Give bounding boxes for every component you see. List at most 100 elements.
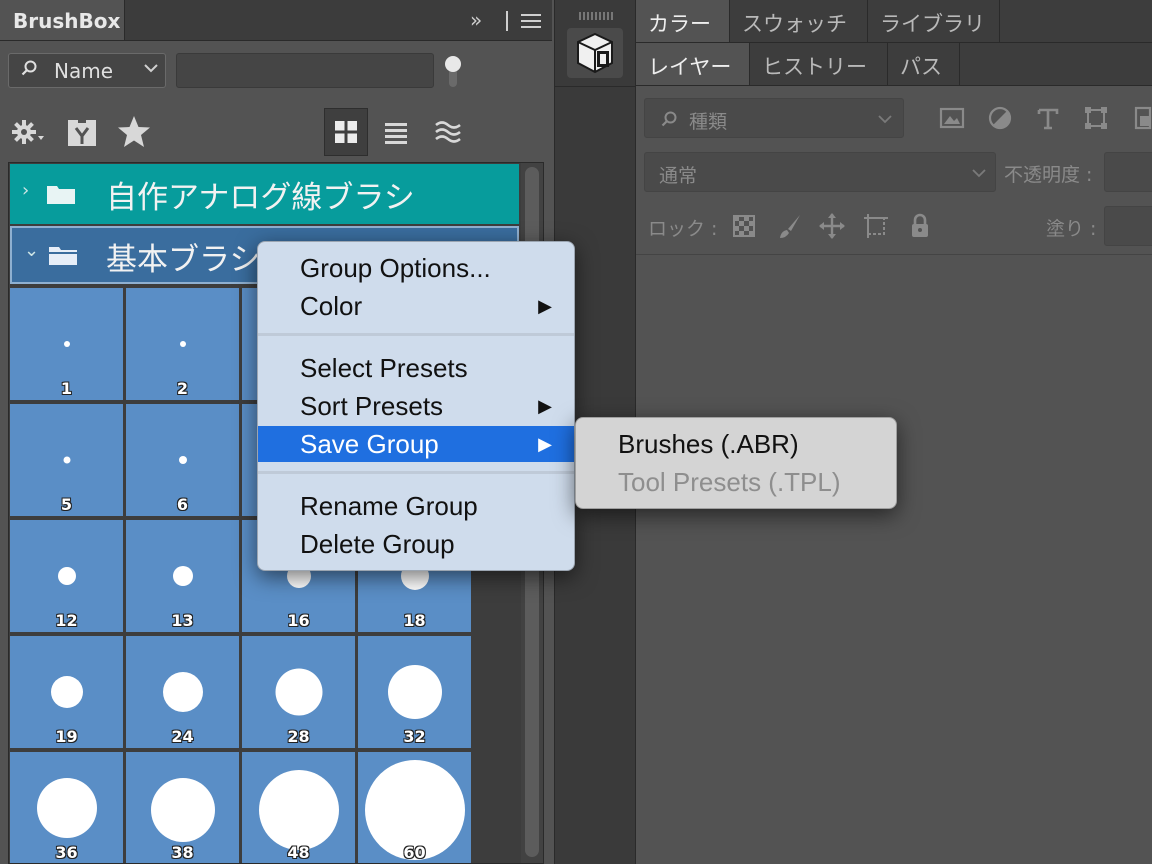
group-label: 自作アナログ線ブラシ xyxy=(106,180,415,216)
brush-size-label: 5 xyxy=(60,495,73,514)
brush-tip-preview xyxy=(172,566,193,586)
brush-tip-preview xyxy=(178,456,187,464)
lock-artboard-icon[interactable] xyxy=(862,212,890,240)
brush-preset-tile[interactable]: 36 xyxy=(10,752,123,863)
menu-item-label: Select Presets xyxy=(300,353,468,383)
menu-item-color[interactable]: Color ▶ xyxy=(258,288,574,324)
layer-kind-filter[interactable]: 種類 xyxy=(644,98,904,138)
fill-field[interactable] xyxy=(1104,206,1152,246)
gear-icon[interactable] xyxy=(10,114,46,150)
brushbox-dock-button[interactable] xyxy=(567,28,623,78)
list-view-icon[interactable] xyxy=(378,114,414,150)
type-filter-icon[interactable] xyxy=(1034,104,1062,132)
menu-item-sort-presets[interactable]: Sort Presets ▶ xyxy=(258,388,574,424)
brush-preset-tile[interactable]: 32 xyxy=(358,636,471,748)
import-brush-icon[interactable] xyxy=(64,114,100,150)
brush-tip-preview xyxy=(36,778,97,838)
brush-tip-preview xyxy=(63,341,70,347)
brush-tip-preview xyxy=(150,778,215,842)
panel-title: BrushBox xyxy=(13,9,121,33)
star-icon[interactable] xyxy=(116,114,152,150)
submenu-arrow-icon: ▶ xyxy=(538,396,552,416)
menu-item-save-group[interactable]: Save Group ▶ xyxy=(258,426,574,462)
menu-item-select-presets[interactable]: Select Presets xyxy=(258,350,574,386)
brush-preset-tile[interactable]: 28 xyxy=(242,636,355,748)
tab-paths[interactable]: パス xyxy=(888,43,960,85)
brush-preset-tile[interactable]: 5 xyxy=(10,404,123,516)
panel-menu-icon[interactable] xyxy=(521,14,541,28)
grid-view-icon xyxy=(335,121,357,143)
brush-preset-tile[interactable]: 2 xyxy=(126,288,239,400)
dock-grip[interactable] xyxy=(579,12,613,20)
menu-item-rename-group[interactable]: Rename Group xyxy=(258,488,574,524)
brush-preset-tile[interactable]: 6 xyxy=(126,404,239,516)
save-group-submenu: Brushes (.ABR) Tool Presets (.TPL) xyxy=(575,417,897,509)
brush-preset-tile[interactable]: 19 xyxy=(10,636,123,748)
sort-field-select[interactable]: Name xyxy=(8,53,166,88)
shape-filter-icon[interactable] xyxy=(1082,104,1110,132)
brush-size-label: 19 xyxy=(55,727,78,746)
sort-field-label: Name xyxy=(54,59,114,83)
group-label: 基本ブラシ xyxy=(106,242,261,278)
adjustment-filter-icon[interactable] xyxy=(986,104,1014,132)
brush-preset-tile[interactable]: 48 xyxy=(242,752,355,863)
chevron-down-icon[interactable]: ⌄ xyxy=(24,240,39,261)
tab-libraries[interactable]: ライブラリ xyxy=(868,0,1000,42)
layers-tabbar: レイヤー ヒストリー パス xyxy=(636,43,1152,86)
tab-color[interactable]: カラー xyxy=(636,0,730,42)
brush-preset-tile[interactable]: 12 xyxy=(10,520,123,632)
brushbox-titlebar: BrushBox » xyxy=(0,0,552,41)
tab-history[interactable]: ヒストリー xyxy=(750,43,888,85)
stroke-view-icon[interactable] xyxy=(430,114,466,150)
titlebar-divider xyxy=(506,11,508,31)
chevron-right-icon[interactable]: › xyxy=(22,180,29,201)
brush-size-label: 12 xyxy=(55,611,78,630)
lock-position-move-icon[interactable] xyxy=(818,212,846,240)
menu-item-label: Group Options... xyxy=(300,253,491,283)
layers-divider xyxy=(636,254,1152,255)
brushbox-tab[interactable]: BrushBox xyxy=(0,0,125,40)
brush-size-label: 28 xyxy=(287,727,310,746)
folder-icon xyxy=(47,186,75,204)
brush-preset-tile[interactable]: 13 xyxy=(126,520,239,632)
smart-object-filter-icon[interactable] xyxy=(1130,104,1152,132)
tab-swatches[interactable]: スウォッチ xyxy=(730,0,868,42)
chevron-down-icon xyxy=(878,115,892,124)
search-icon xyxy=(21,60,37,76)
menu-item-group-options[interactable]: Group Options... xyxy=(258,250,574,286)
blend-mode-select[interactable]: 通常 xyxy=(644,152,996,192)
brush-size-label: 60 xyxy=(403,843,426,862)
collapse-panel-icon[interactable]: » xyxy=(470,8,482,32)
submenu-item-tool-presets-tpl: Tool Presets (.TPL) xyxy=(618,467,841,497)
brush-size-label: 1 xyxy=(60,379,73,398)
folder-open-icon xyxy=(49,247,77,265)
brushbox-cube-icon xyxy=(577,32,613,74)
fill-label: 塗り : xyxy=(1046,218,1097,240)
brush-size-label: 16 xyxy=(287,611,310,630)
brush-size-label: 48 xyxy=(287,843,310,862)
menu-item-label: Save Group xyxy=(300,429,439,459)
menu-item-delete-group[interactable]: Delete Group xyxy=(258,526,574,562)
menu-item-label: Delete Group xyxy=(300,529,455,559)
brush-preset-tile[interactable]: 24 xyxy=(126,636,239,748)
brush-size-label: 38 xyxy=(171,843,194,862)
lock-transparency-icon[interactable] xyxy=(732,214,756,238)
brush-group-row[interactable]: › 自作アナログ線ブラシ xyxy=(10,164,519,224)
submenu-item-brushes-abr[interactable]: Brushes (.ABR) xyxy=(576,426,896,462)
brush-preset-tile[interactable]: 60 xyxy=(358,752,471,863)
grid-view-button[interactable] xyxy=(324,108,368,156)
lock-pixels-brush-icon[interactable] xyxy=(776,212,804,240)
brush-size-label: 2 xyxy=(176,379,189,398)
lock-all-icon[interactable] xyxy=(906,212,934,240)
tab-layers[interactable]: レイヤー xyxy=(636,43,750,85)
brush-size-label: 18 xyxy=(403,611,426,630)
image-filter-icon[interactable] xyxy=(938,104,966,132)
brush-preset-tile[interactable]: 1 xyxy=(10,288,123,400)
filter-input[interactable] xyxy=(176,53,434,88)
opacity-field[interactable] xyxy=(1104,152,1152,192)
brush-tip-preview xyxy=(387,665,442,719)
brush-preset-tile[interactable]: 38 xyxy=(126,752,239,863)
toggle-switch[interactable] xyxy=(444,55,462,89)
menu-separator xyxy=(258,471,574,474)
dock-divider xyxy=(555,86,635,87)
